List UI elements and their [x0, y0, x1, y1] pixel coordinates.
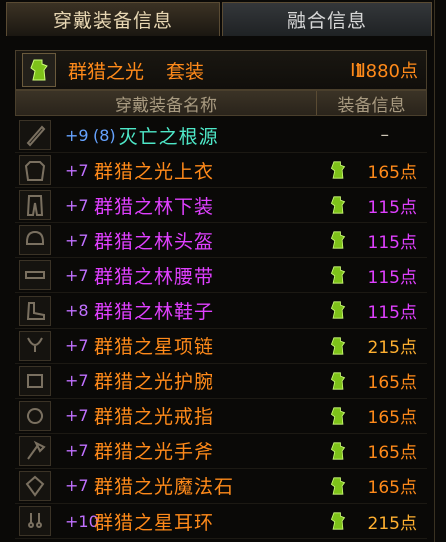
equipment-row[interactable]: +7 群猎之光护腕 165点	[15, 364, 427, 399]
equipment-score: 115点	[367, 267, 417, 288]
enhance-level: +7	[65, 195, 89, 215]
equipment-row[interactable]: +7 群猎之光戒指 165点	[15, 399, 427, 434]
tab-worn-equipment[interactable]: 穿戴装备信息	[6, 2, 220, 36]
tab-fusion-info[interactable]: 融合信息	[222, 2, 432, 36]
set-badge-icon	[329, 475, 347, 497]
equipment-name[interactable]: 群猎之林下装	[94, 192, 214, 219]
set-badge-icon	[329, 440, 347, 462]
equipment-name[interactable]: 群猎之光魔法石	[94, 472, 234, 499]
equipment-panel: 穿戴装备信息 融合信息 群猎之光 套装 III 1880点 穿戴装备名称 装备信…	[0, 0, 435, 542]
earring-icon	[19, 506, 51, 537]
equipment-row[interactable]: +7 群猎之星项链 215点	[15, 329, 427, 364]
equipment-name[interactable]: 群猎之光护腕	[94, 367, 214, 394]
equipment-list: +9 (8) 灭亡之根源 – +7 群猎之光上衣 165点 +7 群猎之林下装 115点 +7 群猎之…	[15, 118, 427, 540]
equipment-row[interactable]: +7 群猎之林下装 115点	[15, 188, 427, 224]
equipment-score: 215点	[367, 513, 417, 534]
equipment-score: 165点	[367, 443, 417, 464]
sub-level: (8)	[93, 125, 116, 145]
ring-icon	[19, 400, 51, 431]
table-header: 穿戴装备名称 装备信息	[15, 90, 427, 116]
enhance-level: +7	[65, 230, 89, 250]
equipment-name[interactable]: 群猎之林头盔	[94, 227, 214, 254]
magic-stone-icon	[19, 470, 51, 501]
column-header-name: 穿戴装备名称	[115, 95, 217, 116]
set-score: 1880点	[354, 61, 418, 82]
equipment-row[interactable]: +7 群猎之林腰带 115点	[15, 258, 427, 294]
equipment-score: 165点	[367, 373, 417, 394]
equipment-name[interactable]: 群猎之光手斧	[94, 437, 214, 464]
enhance-level: +7	[65, 406, 89, 426]
equipment-score: 165点	[367, 162, 417, 183]
enhance-level: +7	[65, 371, 89, 391]
equipment-row[interactable]: +7 群猎之光魔法石 165点	[15, 469, 427, 505]
sword-icon	[19, 120, 51, 151]
equipment-name[interactable]: 群猎之星耳环	[94, 508, 214, 535]
enhance-level: +7	[65, 160, 89, 180]
set-badge-icon	[329, 510, 347, 532]
enhance-level: +7	[65, 336, 89, 356]
necklace-icon	[19, 330, 51, 361]
set-badge-icon	[329, 229, 347, 251]
set-badge-icon	[329, 335, 347, 357]
equipment-score: 115点	[367, 197, 417, 218]
helmet-icon	[19, 225, 51, 256]
column-header-info: 装备信息	[316, 91, 426, 116]
equipment-row[interactable]: +7 群猎之林头盔 115点	[15, 223, 427, 259]
set-badge-icon	[22, 53, 56, 87]
set-badge-icon	[329, 405, 347, 427]
equipment-score: 115点	[367, 303, 417, 324]
equipment-row[interactable]: +10 群猎之星耳环 215点	[15, 504, 427, 540]
set-badge-icon	[329, 299, 347, 321]
tab-bar: 穿戴装备信息 融合信息	[6, 2, 434, 38]
set-name: 群猎之光	[68, 60, 145, 83]
hatchet-icon	[19, 435, 51, 466]
set-badge-icon	[329, 264, 347, 286]
equipment-name[interactable]: 灭亡之根源	[119, 122, 219, 149]
shoe-icon	[19, 295, 51, 326]
enhance-level: +7	[65, 476, 89, 496]
equipment-score: 165点	[367, 478, 417, 499]
enhance-level: +7	[65, 265, 89, 285]
equipment-score: 215点	[367, 338, 417, 359]
enhance-level: +8	[65, 301, 89, 321]
equipment-score: 165点	[367, 408, 417, 429]
set-badge-icon	[329, 194, 347, 216]
equipment-name[interactable]: 群猎之林鞋子	[94, 297, 214, 324]
equipment-name[interactable]: 群猎之星项链	[94, 332, 214, 359]
set-type: 套装	[166, 60, 205, 83]
equipment-row[interactable]: +7 群猎之光上衣 165点	[15, 153, 427, 189]
equipment-name[interactable]: 群猎之林腰带	[94, 262, 214, 289]
coat-icon	[19, 155, 51, 186]
belt-icon	[19, 260, 51, 291]
set-badge-icon	[329, 159, 347, 181]
enhance-level: +7	[65, 441, 89, 461]
set-summary: 群猎之光 套装 III 1880点	[15, 50, 427, 90]
pants-icon	[19, 190, 51, 221]
enhance-level: +9	[65, 125, 89, 145]
equipment-score: 115点	[367, 232, 417, 253]
info-empty: –	[380, 125, 390, 146]
equipment-name[interactable]: 群猎之光上衣	[94, 157, 214, 184]
bracer-icon	[19, 365, 51, 396]
set-badge-icon	[329, 370, 347, 392]
equipment-name[interactable]: 群猎之光戒指	[94, 402, 214, 429]
enhance-level: +10	[65, 511, 99, 531]
equipment-row[interactable]: +7 群猎之光手斧 165点	[15, 434, 427, 469]
equipment-row[interactable]: +8 群猎之林鞋子 115点	[15, 293, 427, 329]
equipment-row[interactable]: +9 (8) 灭亡之根源 –	[15, 118, 427, 154]
